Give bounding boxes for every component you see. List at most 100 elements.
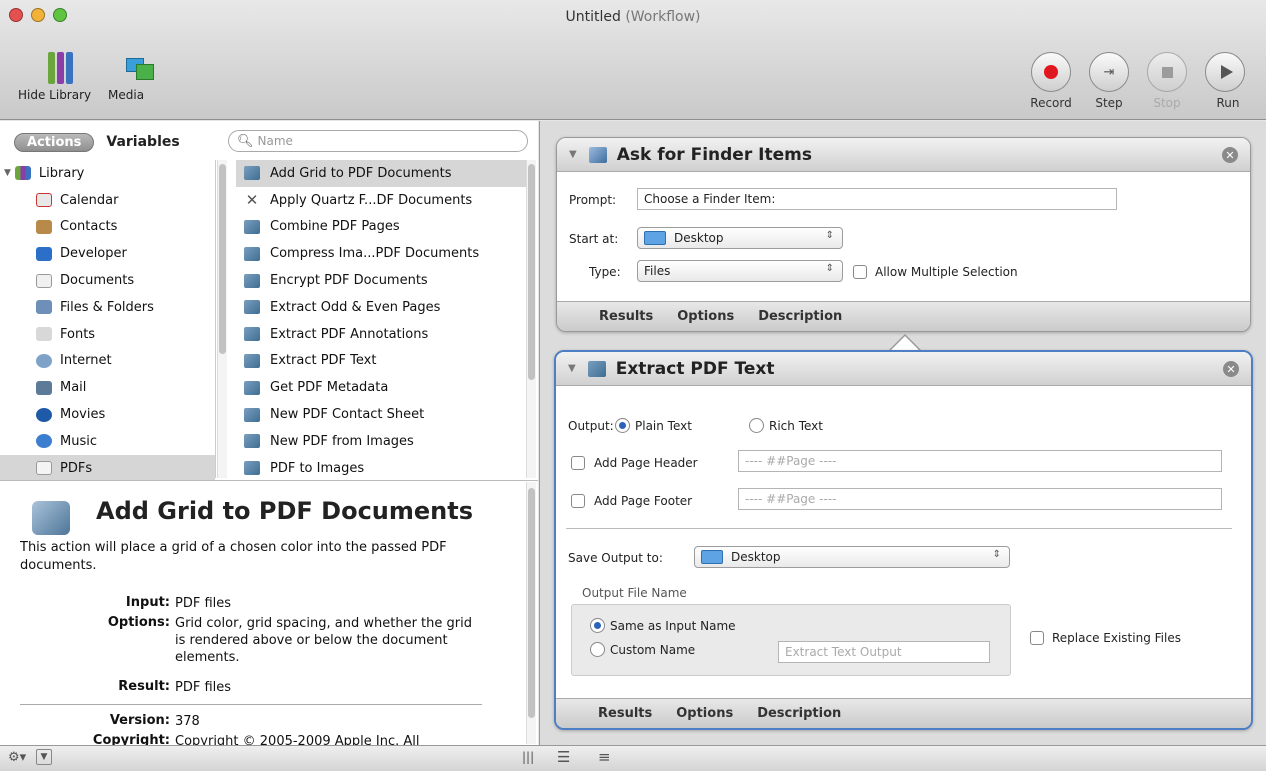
library-item-movies[interactable]: Movies: [0, 401, 215, 428]
prompt-label: Prompt:: [569, 193, 617, 207]
hide-library-button[interactable]: Hide Library: [18, 52, 102, 102]
same-as-input-radio[interactable]: [590, 618, 605, 633]
window-subtitle: (Workflow): [625, 9, 701, 25]
action-label: PDF to Images: [270, 460, 365, 476]
action-item[interactable]: New PDF from Images: [236, 428, 526, 455]
action-item[interactable]: PDF to Images: [236, 455, 526, 482]
record-button[interactable]: [1031, 52, 1071, 92]
action-item[interactable]: Compress Ima...PDF Documents: [236, 240, 526, 267]
documents-icon: [36, 273, 52, 288]
log-view-icon[interactable]: ≡: [598, 748, 611, 766]
action-item[interactable]: Combine PDF Pages: [236, 214, 526, 241]
plain-text-radio[interactable]: [615, 418, 630, 433]
action-item[interactable]: New PDF Contact Sheet: [236, 401, 526, 428]
start-at-popup[interactable]: Desktop ⇕: [637, 227, 843, 249]
description-scroll-thumb[interactable]: [528, 488, 535, 718]
action-item[interactable]: Get PDF Metadata: [236, 374, 526, 401]
action-item[interactable]: Extract PDF Text: [236, 348, 526, 375]
library-item-documents[interactable]: Documents: [0, 267, 215, 294]
step-label: Step: [1095, 96, 1123, 110]
page-footer-field[interactable]: ---- ##Page ----: [738, 488, 1222, 510]
automator-action-icon: [587, 360, 606, 377]
library-item-files-folders[interactable]: Files & Folders: [0, 294, 215, 321]
library-item-label: Fonts: [60, 326, 96, 342]
prompt-field[interactable]: Choose a Finder Item:: [637, 188, 1117, 210]
popup-arrows-icon: ⇕: [825, 263, 834, 274]
media-icon: [122, 52, 158, 84]
stop-label: Stop: [1153, 96, 1181, 110]
library-item-mail[interactable]: Mail: [0, 374, 215, 401]
library-item-contacts[interactable]: Contacts: [0, 214, 215, 241]
action-item[interactable]: Encrypt PDF Documents: [236, 267, 526, 294]
run-button[interactable]: [1205, 52, 1245, 92]
library-item-calendar[interactable]: Calendar: [0, 187, 215, 214]
library-item-label: Library: [38, 165, 85, 181]
tab-variables[interactable]: Variables: [106, 134, 179, 150]
description-scrollbar[interactable]: [526, 482, 536, 744]
automator-action-icon: [244, 353, 260, 368]
type-popup[interactable]: Files ⇕: [637, 260, 843, 282]
add-page-header-checkbox[interactable]: [571, 456, 585, 470]
library-tab-switcher: Actions Variables: [14, 132, 212, 152]
page-header-field[interactable]: ---- ##Page ----: [738, 450, 1222, 472]
search-input[interactable]: [257, 134, 498, 148]
version-label: Version:: [109, 713, 170, 728]
extract-pdf-text-action: ▼ Extract PDF Text ✕ Output: Plain Text …: [554, 350, 1253, 730]
type-value: Files: [644, 264, 671, 278]
show-description-icon[interactable]: ▼: [36, 749, 52, 765]
library-item-internet[interactable]: Internet: [0, 348, 215, 375]
disclosure-triangle-icon: ▼: [4, 168, 11, 179]
result-label: Result:: [118, 679, 170, 694]
custom-name-field[interactable]: Extract Text Output: [778, 641, 990, 663]
step-button[interactable]: ⇥: [1089, 52, 1129, 92]
library-item-music[interactable]: Music: [0, 428, 215, 455]
list-view-icon[interactable]: ☰: [557, 748, 570, 766]
close-action-icon[interactable]: ✕: [1222, 147, 1238, 163]
folder-icon: [701, 550, 723, 564]
search-field[interactable]: 🔍︎: [228, 130, 528, 152]
action-label: Extract Odd & Even Pages: [270, 299, 441, 315]
library-item-label: Mail: [60, 380, 87, 396]
actions-scrollbar[interactable]: [526, 160, 536, 478]
disclosure-triangle-icon[interactable]: ▼: [568, 363, 576, 374]
results-tab[interactable]: Results: [599, 309, 653, 324]
disclosure-triangle-icon[interactable]: ▼: [569, 149, 577, 160]
action-label: Add Grid to PDF Documents: [270, 165, 452, 181]
result-value: PDF files: [175, 680, 232, 695]
rich-text-radio[interactable]: [749, 418, 764, 433]
replace-existing-label: Replace Existing Files: [1052, 631, 1181, 645]
library-item-fonts[interactable]: Fonts: [0, 321, 215, 348]
library-item-label: Documents: [60, 273, 135, 289]
replace-existing-checkbox[interactable]: [1030, 631, 1044, 645]
options-tab[interactable]: Options: [677, 309, 734, 324]
gear-icon[interactable]: ⚙▾: [8, 750, 26, 765]
library-scroll-thumb[interactable]: [219, 164, 226, 354]
actions-list: Add Grid to PDF Documents ✕ Apply Quartz …: [236, 160, 526, 478]
action-item[interactable]: Add Grid to PDF Documents: [236, 160, 526, 187]
window-title-text: Untitled: [565, 9, 621, 25]
save-output-value: Desktop: [731, 550, 781, 564]
description-tab[interactable]: Description: [757, 706, 841, 721]
library-item-developer[interactable]: Developer: [0, 240, 215, 267]
stop-button[interactable]: [1147, 52, 1187, 92]
ask-for-finder-items-action: ▼ Ask for Finder Items ✕ Prompt: Choose …: [556, 137, 1251, 332]
save-output-popup[interactable]: Desktop ⇕: [694, 546, 1010, 568]
allow-multiple-checkbox[interactable]: [853, 265, 867, 279]
action-item[interactable]: ✕ Apply Quartz F...DF Documents: [236, 187, 526, 214]
actions-scroll-thumb[interactable]: [528, 164, 535, 380]
add-page-footer-checkbox[interactable]: [571, 494, 585, 508]
description-tab[interactable]: Description: [758, 309, 842, 324]
options-tab[interactable]: Options: [676, 706, 733, 721]
action-item[interactable]: Extract Odd & Even Pages: [236, 294, 526, 321]
library-item-pdfs[interactable]: PDFs: [0, 454, 215, 482]
split-resize-handle-icon[interactable]: |||: [522, 750, 534, 764]
tab-actions[interactable]: Actions: [14, 132, 95, 152]
library-scrollbar[interactable]: [217, 160, 227, 478]
custom-name-radio[interactable]: [590, 642, 605, 657]
results-tab[interactable]: Results: [598, 706, 652, 721]
media-button[interactable]: Media: [108, 52, 172, 102]
close-action-icon[interactable]: ✕: [1223, 361, 1239, 377]
library-item-library[interactable]: ▼ Library: [0, 160, 215, 187]
library-list: ▼ Library Calendar Contacts Developer Do…: [0, 160, 216, 482]
action-item[interactable]: Extract PDF Annotations: [236, 321, 526, 348]
